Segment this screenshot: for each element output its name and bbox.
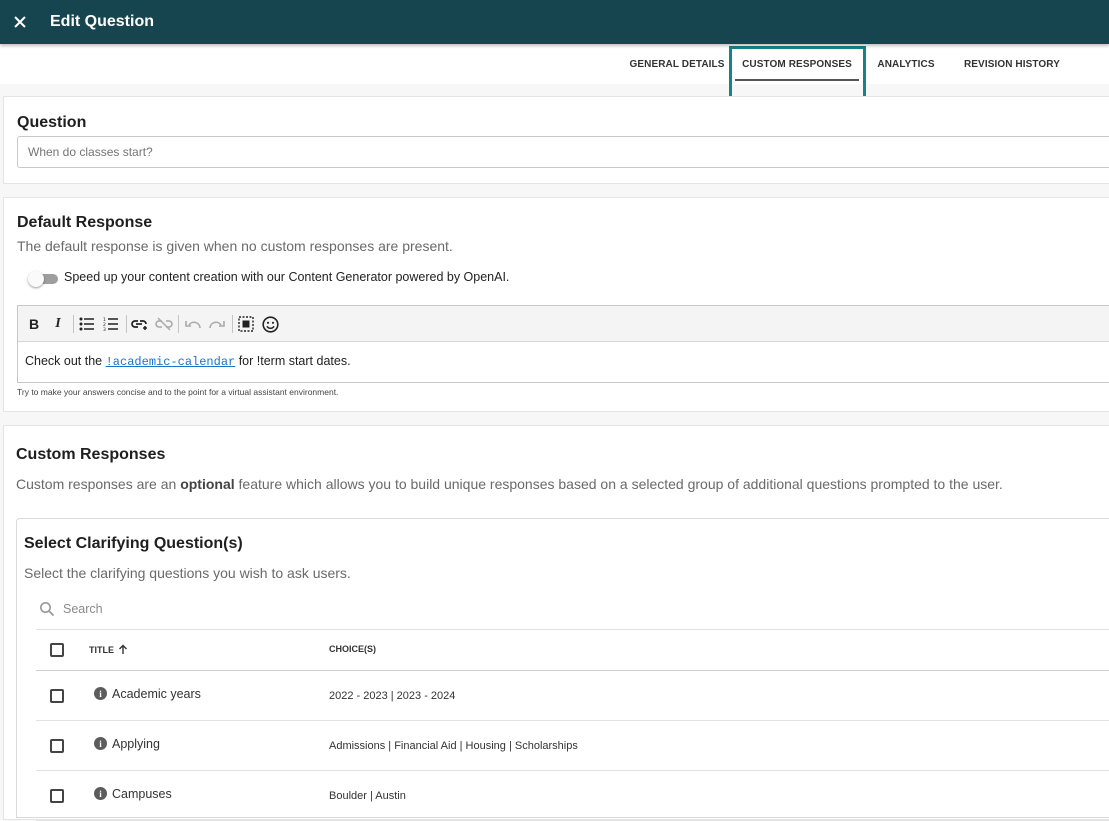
row-title: Academic years (112, 687, 201, 701)
tab-highlight-box (729, 46, 866, 99)
row-checkbox[interactable] (50, 789, 64, 803)
custom-responses-desc-prefix: Custom responses are an (16, 476, 181, 492)
custom-responses-heading: Custom Responses (16, 446, 166, 463)
undo-icon (185, 321, 201, 329)
tab-analytics[interactable]: ANALYTICS (872, 44, 940, 84)
row-checkbox[interactable] (50, 689, 64, 703)
search-placeholder: Search (63, 602, 103, 616)
content-generator-label: Speed up your content creation with our … (64, 270, 510, 284)
row-choices: Boulder | Austin (329, 790, 406, 802)
row-title: Applying (112, 737, 160, 751)
redo-icon (209, 321, 225, 329)
custom-responses-desc-suffix: feature which allows you to build unique… (234, 476, 1003, 492)
toggle-knob (28, 271, 44, 287)
optional-emphasis: optional (180, 476, 235, 492)
insert-link-icon (131, 320, 147, 330)
default-response-description: The default response is given when no cu… (17, 238, 453, 254)
search-icon (40, 602, 55, 617)
question-heading: Question (17, 114, 87, 131)
row-choices: 2022 - 2023 | 2023 - 2024 (329, 690, 456, 702)
clarifying-questions-table: TITLE CHOICE(S) i Academic years 2022 - … (36, 629, 1109, 821)
bold-button[interactable]: B (25, 315, 43, 333)
content-generator-toggle[interactable] (28, 271, 58, 287)
editor-hint: Try to make your answers concise and to … (17, 387, 339, 397)
redo-button[interactable] (208, 315, 226, 333)
svg-text:3: 3 (103, 327, 106, 331)
question-input[interactable] (17, 136, 1109, 168)
table-row[interactable]: i Applying Admissions | Financial Aid | … (36, 721, 1109, 771)
choices-column-header: CHOICE(S) (329, 644, 376, 654)
select-all-button[interactable] (237, 315, 255, 333)
page-title: Edit Question (50, 13, 154, 30)
top-app-bar: Edit Question (0, 0, 1109, 44)
italic-button[interactable]: I (49, 315, 67, 333)
custom-responses-description: Custom responses are an optional feature… (16, 476, 1003, 492)
row-title: Campuses (112, 787, 172, 801)
insert-link-button[interactable] (131, 315, 149, 333)
toolbar-divider (232, 315, 233, 333)
emoji-button[interactable] (261, 315, 279, 333)
default-response-heading: Default Response (17, 214, 153, 231)
bulleted-list-button[interactable] (78, 315, 96, 333)
editor-toolbar: B I 123 (18, 306, 1109, 342)
search-field[interactable]: Search (39, 601, 103, 617)
tab-revision-history[interactable]: REVISION HISTORY (960, 44, 1064, 84)
close-button[interactable] (0, 5, 40, 39)
clarifying-description: Select the clarifying questions you wish… (24, 565, 351, 581)
emoji-icon (261, 315, 279, 333)
info-icon[interactable]: i (94, 687, 107, 700)
row-choices: Admissions | Financial Aid | Housing | S… (329, 740, 578, 752)
numbered-list-button[interactable]: 123 (102, 315, 120, 333)
table-row[interactable]: i Academic years 2022 - 2023 | 2023 - 20… (36, 671, 1109, 721)
rich-text-editor[interactable]: B I 123 Check out the !academic-calendar… (17, 305, 1109, 383)
info-icon[interactable]: i (94, 737, 107, 750)
question-card: Question (3, 96, 1109, 184)
table-header: TITLE CHOICE(S) (36, 629, 1109, 671)
select-all-icon (238, 316, 254, 332)
editor-text-prefix: Check out the (25, 354, 106, 368)
numbered-list-icon: 123 (103, 317, 118, 331)
toolbar-divider (178, 315, 179, 333)
tab-bar: GENERAL DETAILS CUSTOM RESPONSES ANALYTI… (0, 44, 1109, 84)
info-icon[interactable]: i (94, 787, 107, 800)
table-row[interactable]: i Campuses Boulder | Austin (36, 771, 1109, 821)
editor-text-suffix: for !term start dates. (235, 354, 351, 368)
clarifying-heading: Select Clarifying Question(s) (24, 535, 243, 552)
unlink-icon (155, 317, 173, 331)
close-icon (14, 16, 26, 28)
sort-ascending-icon (119, 644, 127, 654)
default-response-card: Default Response The default response is… (3, 197, 1109, 412)
tab-general-details[interactable]: GENERAL DETAILS (628, 44, 726, 84)
select-all-checkbox[interactable] (50, 643, 64, 657)
clarifying-questions-panel: Select Clarifying Question(s) Select the… (16, 518, 1109, 821)
title-column-header[interactable]: TITLE (89, 644, 128, 655)
toolbar-divider (126, 315, 127, 333)
undo-button[interactable] (184, 315, 202, 333)
title-column-label: TITLE (89, 644, 114, 655)
academic-calendar-link[interactable]: !academic-calendar (106, 355, 236, 369)
row-checkbox[interactable] (50, 739, 64, 753)
bulleted-list-icon (79, 317, 94, 331)
toolbar-divider (73, 315, 74, 333)
custom-responses-card: Custom Responses Custom responses are an… (3, 425, 1109, 821)
unlink-button[interactable] (155, 315, 173, 333)
editor-content[interactable]: Check out the !academic-calendar for !te… (18, 342, 1109, 381)
